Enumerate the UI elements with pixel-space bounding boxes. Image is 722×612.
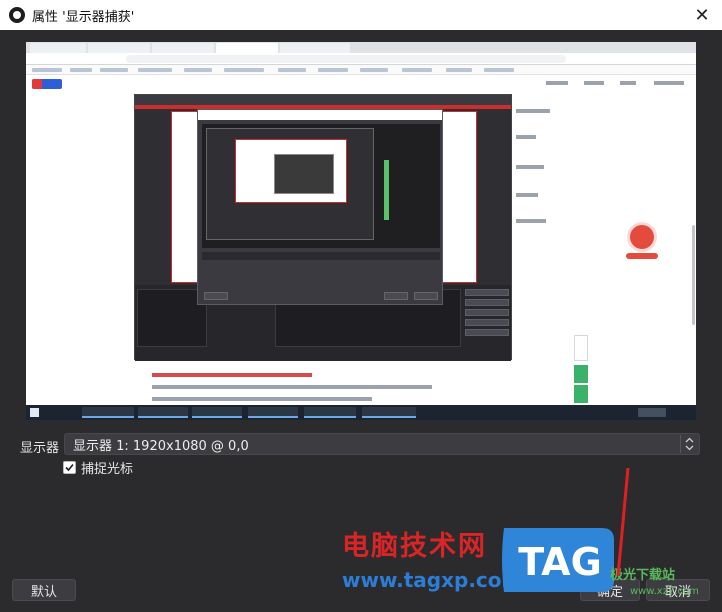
browser-tab xyxy=(280,43,350,53)
tag-logo-icon: TAG xyxy=(502,528,614,592)
preview-frame xyxy=(0,30,722,426)
share-icon xyxy=(574,365,588,383)
capture-cursor-row: 捕捉光标 xyxy=(63,459,134,477)
default-button[interactable]: 默认 xyxy=(12,579,76,601)
browser-tab-strip xyxy=(26,42,696,53)
browser-tab xyxy=(216,43,278,53)
title-bar: 属性 '显示器捕获' ✕ xyxy=(0,0,722,30)
browser-bookmarks-bar xyxy=(26,65,696,75)
annotation-arrow-icon xyxy=(616,467,630,577)
watermark-url: www.tagxp.com xyxy=(342,568,523,592)
nested-properties-dialog xyxy=(197,109,443,305)
location-pin-icon xyxy=(630,225,654,249)
watermark-side-url: www.xz7.com xyxy=(630,586,699,597)
capture-preview xyxy=(26,42,696,420)
capture-cursor-label: 捕捉光标 xyxy=(81,461,134,477)
display-label: 显示器 xyxy=(20,441,60,456)
display-select[interactable]: 显示器 1: 1920x1080 @ 0,0 xyxy=(64,433,700,455)
windows-taskbar xyxy=(26,405,696,420)
watermark: 电脑技术网 www.tagxp.com TAG 极光下载站 www.xz7.co… xyxy=(334,520,718,610)
windows-start-icon xyxy=(30,408,39,417)
star-icon xyxy=(574,385,588,403)
display-select-value: 显示器 1: 1920x1080 @ 0,0 xyxy=(73,438,249,454)
browser-tab xyxy=(88,43,150,53)
browser-tab xyxy=(152,43,214,53)
baidu-logo-icon xyxy=(32,79,62,89)
watermark-site-name: 电脑技术网 xyxy=(342,531,487,562)
nested-obs-window xyxy=(134,94,512,361)
browser-address-bar xyxy=(26,53,696,65)
capture-cursor-checkbox[interactable] xyxy=(63,460,76,474)
checkmark-icon xyxy=(65,463,74,471)
svg-text:TAG: TAG xyxy=(518,540,602,584)
close-icon: ✕ xyxy=(694,4,710,26)
side-tool-blue xyxy=(574,335,588,361)
window-title: 属性 '显示器捕获' xyxy=(32,9,135,25)
browser-tab xyxy=(30,43,86,53)
obs-logo-icon xyxy=(9,7,25,23)
chevron-updown-icon xyxy=(680,435,698,453)
page-scrollbar xyxy=(692,225,695,325)
browser-url-field xyxy=(126,55,566,63)
close-button[interactable]: ✕ xyxy=(682,0,722,30)
taskbar-clock xyxy=(638,408,666,417)
